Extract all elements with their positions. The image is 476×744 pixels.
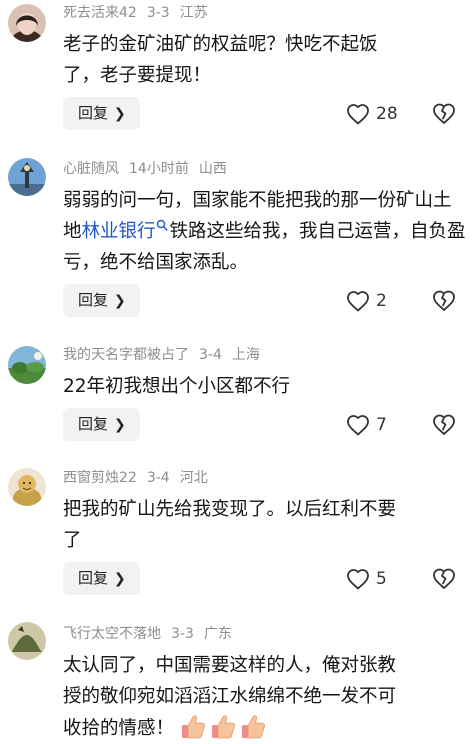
- like-button[interactable]: 7: [346, 410, 387, 440]
- chevron-right-icon: ❯: [114, 106, 126, 122]
- like-count: 7: [376, 415, 387, 435]
- comment-meta: 我的天名字都被占了 3-4 上海: [63, 346, 270, 364]
- comment-location: 江苏: [179, 5, 208, 21]
- chevron-right-icon: ❯: [114, 571, 126, 587]
- like-count: 28: [376, 104, 398, 124]
- comment-text: 把我的矿山先给我变现了。以后红利不要 了: [63, 494, 468, 556]
- like-button[interactable]: 2: [346, 286, 387, 316]
- comment-date: 3-4: [199, 347, 222, 363]
- avatar[interactable]: [8, 4, 46, 42]
- heart-outline-icon: [346, 290, 370, 312]
- comment-meta: 心脏随风 14小时前 山西: [63, 160, 237, 178]
- heart-outline-icon: [346, 103, 370, 125]
- comment-text-line: 把我的矿山先给我变现了。以后红利不要: [63, 499, 397, 520]
- comment-text-line: 22年初我想出个小区都不行: [63, 376, 291, 397]
- chevron-right-icon: ❯: [114, 417, 126, 433]
- search-link[interactable]: 林业银行: [82, 221, 156, 242]
- like-count: 5: [376, 569, 387, 589]
- like-button[interactable]: 5: [346, 564, 387, 594]
- comment-meta: 西窗剪烛22 3-4 河北: [63, 469, 218, 487]
- comment-location: 上海: [231, 347, 260, 363]
- comment-location: 山西: [198, 161, 227, 177]
- broken-heart-icon[interactable]: [432, 289, 456, 313]
- broken-heart-icon[interactable]: [432, 567, 456, 591]
- broken-heart-icon[interactable]: [432, 413, 456, 437]
- chevron-right-icon: ❯: [114, 293, 126, 309]
- comment-text-line: 授的敬仰宛如滔滔江水绵绵不绝一发不可: [63, 686, 397, 707]
- comment-text-line: 了: [63, 530, 82, 551]
- comment-text: 弱弱的问一句，国家能不能把我的那一份矿山土地林业银行 铁路这些给我，我自己运营，自…: [63, 185, 468, 278]
- thumbs-up-icon: [211, 715, 235, 739]
- comment-text-line-with-emoji: 收拾的情感！: [63, 712, 468, 744]
- reply-label: 回复: [78, 415, 109, 433]
- comment-text: 22年初我想出个小区都不行: [63, 371, 468, 402]
- avatar[interactable]: [8, 468, 46, 506]
- comment-text-line: 收拾的情感！: [63, 718, 175, 739]
- comment-location: 河北: [179, 470, 208, 486]
- reply-button[interactable]: 回复 ❯: [63, 284, 140, 317]
- reply-button[interactable]: 回复 ❯: [63, 97, 140, 130]
- comment-text-line: 老子的金矿油矿的权益呢？快吃不起饭: [63, 34, 378, 55]
- comment-text: 老子的金矿油矿的权益呢？快吃不起饭 了，老子要提现！: [63, 29, 468, 91]
- username[interactable]: 西窗剪烛22: [63, 470, 137, 486]
- search-icon[interactable]: [156, 219, 168, 231]
- comment-date: 3-3: [146, 5, 170, 21]
- thumbs-up-icon: [241, 715, 265, 739]
- username[interactable]: 心脏随风: [63, 161, 119, 177]
- comment-date: 14小时前: [129, 161, 189, 177]
- reply-label: 回复: [78, 291, 109, 309]
- comment-text-line: 太认同了，中国需要这样的人，俺对张教: [63, 655, 397, 676]
- comment-date: 3-3: [171, 626, 194, 642]
- like-count: 2: [376, 291, 387, 311]
- avatar[interactable]: [8, 622, 46, 660]
- comment-meta: 死去活来42 3-3 江苏: [63, 4, 218, 22]
- comment-date: 3-4: [146, 470, 170, 486]
- avatar[interactable]: [8, 158, 46, 196]
- reply-label: 回复: [78, 104, 109, 122]
- comment-location: 广东: [203, 626, 232, 642]
- reply-label: 回复: [78, 569, 109, 587]
- thumbs-up-icon: [181, 715, 205, 739]
- username[interactable]: 我的天名字都被占了: [63, 347, 189, 363]
- username[interactable]: 飞行太空不落地: [63, 626, 161, 642]
- comment-text: 太认同了，中国需要这样的人，俺对张教 授的敬仰宛如滔滔江水绵绵不绝一发不可 收拾…: [63, 650, 468, 744]
- reply-button[interactable]: 回复 ❯: [63, 408, 140, 441]
- heart-outline-icon: [346, 568, 370, 590]
- broken-heart-icon[interactable]: [432, 102, 456, 126]
- comment-text-line: 了，老子要提现！: [63, 65, 212, 86]
- heart-outline-icon: [346, 414, 370, 436]
- username[interactable]: 死去活来42: [63, 5, 137, 21]
- like-button[interactable]: 28: [346, 99, 398, 129]
- comment-meta: 飞行太空不落地 3-3 广东: [63, 625, 242, 643]
- avatar[interactable]: [8, 346, 46, 384]
- reply-button[interactable]: 回复 ❯: [63, 562, 140, 595]
